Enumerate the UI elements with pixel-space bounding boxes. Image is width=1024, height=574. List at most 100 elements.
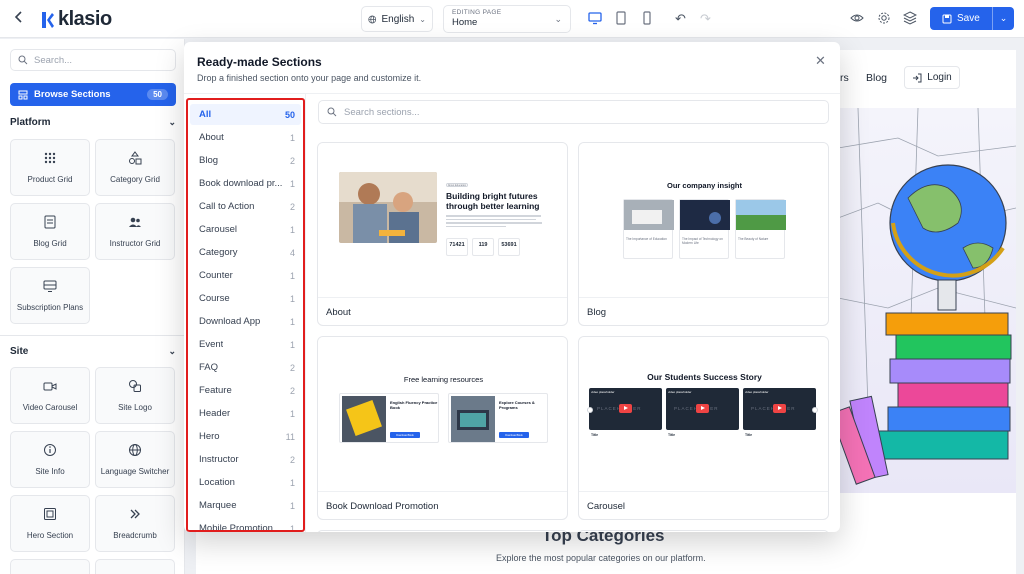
youtube-play-icon bbox=[619, 404, 632, 413]
editing-page-select[interactable]: EDITING PAGE Home ⌄ bbox=[443, 5, 571, 33]
layers-icon[interactable] bbox=[903, 11, 917, 25]
back-arrow-icon[interactable] bbox=[14, 10, 28, 28]
category-label: Header bbox=[199, 408, 231, 419]
section-card-book-download-promotion[interactable]: Free learning resources English Fluency … bbox=[317, 336, 568, 520]
site-section-header[interactable]: Site ⌄ bbox=[10, 346, 176, 357]
tile-label: Hero Section bbox=[26, 531, 74, 540]
category-item-feature[interactable]: Feature 2 bbox=[190, 380, 301, 401]
platform-section-header[interactable]: Platform ⌄ bbox=[10, 117, 176, 128]
save-button[interactable]: Save bbox=[930, 13, 992, 24]
section-card-partial[interactable] bbox=[317, 530, 568, 532]
book-cover-image bbox=[342, 396, 386, 442]
category-item-marquee[interactable]: Marquee 1 bbox=[190, 495, 301, 516]
about-preview: About Education Building bright futures … bbox=[318, 143, 567, 298]
chevron-down-icon: ⌄ bbox=[419, 14, 426, 24]
category-item-instructor[interactable]: Instructor 2 bbox=[190, 449, 301, 470]
category-count: 1 bbox=[289, 132, 295, 143]
category-item-event[interactable]: Event 1 bbox=[190, 334, 301, 355]
tile-partial[interactable] bbox=[10, 559, 90, 574]
category-item-faq[interactable]: FAQ 2 bbox=[190, 357, 301, 378]
tile-site-logo[interactable]: Site Logo bbox=[95, 367, 175, 424]
modal-header-divider bbox=[184, 93, 840, 94]
category-item-category[interactable]: Category 4 bbox=[190, 242, 301, 263]
category-item-mobile-promotion[interactable]: Mobile Promotion 1 bbox=[190, 518, 301, 532]
category-label: Call to Action bbox=[199, 201, 255, 212]
section-card-blog[interactable]: Our company insight The Importance of Ed… bbox=[578, 142, 829, 326]
login-button[interactable]: Login bbox=[904, 66, 960, 89]
logo-text: klasio bbox=[58, 8, 112, 30]
book-item: Explore Courses & Programs Download Book bbox=[448, 393, 548, 443]
tile-breadcrumb[interactable]: Breadcrumb bbox=[95, 495, 175, 552]
preview-eye-icon[interactable] bbox=[850, 11, 864, 25]
video-thumbnail: video placeholderPLACEHOLDER bbox=[666, 388, 739, 430]
settings-gear-icon[interactable] bbox=[877, 11, 891, 25]
section-card-carousel[interactable]: Our Students Success Story video placeho… bbox=[578, 336, 829, 520]
tile-category-grid[interactable]: Category Grid bbox=[95, 139, 175, 196]
section-card-partial[interactable] bbox=[578, 530, 829, 532]
category-count: 1 bbox=[289, 523, 295, 532]
nav-item-blog[interactable]: Blog bbox=[866, 72, 887, 84]
video-camera-icon bbox=[43, 382, 57, 391]
tile-label: Instructor Grid bbox=[109, 239, 161, 248]
category-item-book-download[interactable]: Book download pr... 1 bbox=[190, 173, 301, 194]
about-paragraph bbox=[446, 215, 546, 231]
tablet-view-icon[interactable] bbox=[614, 11, 628, 25]
about-tag: About Education bbox=[446, 183, 468, 187]
tile-label: Subscription Plans bbox=[16, 303, 84, 312]
login-icon bbox=[913, 73, 922, 82]
category-item-location[interactable]: Location 1 bbox=[190, 472, 301, 493]
category-count: 11 bbox=[285, 431, 295, 442]
redo-icon[interactable]: ↷ bbox=[700, 11, 711, 27]
tile-partial[interactable] bbox=[95, 559, 175, 574]
category-label: Marquee bbox=[199, 500, 237, 511]
category-label: Instructor bbox=[199, 454, 239, 465]
tile-video-carousel[interactable]: Video Carousel bbox=[10, 367, 90, 424]
document-icon bbox=[44, 215, 56, 229]
mobile-view-icon[interactable] bbox=[640, 11, 654, 25]
video-label: video placeholder bbox=[591, 390, 615, 394]
category-label: Category bbox=[199, 247, 238, 258]
category-count: 1 bbox=[289, 339, 295, 350]
book-item-cta: Download Book bbox=[499, 432, 529, 438]
book-item: English Fluency Practice Book Download B… bbox=[339, 393, 439, 443]
undo-icon[interactable]: ↶ bbox=[675, 11, 686, 27]
category-item-course[interactable]: Course 1 bbox=[190, 288, 301, 309]
top-bar: klasio English ⌄ EDITING PAGE Home ⌄ ↶ ↷… bbox=[0, 0, 1024, 38]
video-caption: Title bbox=[668, 433, 676, 437]
youtube-play-icon bbox=[773, 404, 786, 413]
tile-subscription-plans[interactable]: Subscription Plans bbox=[10, 267, 90, 324]
tile-product-grid[interactable]: Product Grid bbox=[10, 139, 90, 196]
hero-frame-icon bbox=[44, 508, 56, 520]
category-item-download-app[interactable]: Download App 1 bbox=[190, 311, 301, 332]
book-download-preview: Free learning resources English Fluency … bbox=[318, 337, 567, 492]
close-icon[interactable]: ✕ bbox=[815, 53, 826, 69]
tile-site-info[interactable]: Site Info bbox=[10, 431, 90, 488]
category-item-hero[interactable]: Hero 11 bbox=[190, 426, 301, 447]
category-item-call-to-action[interactable]: Call to Action 2 bbox=[190, 196, 301, 217]
tile-label: Breadcrumb bbox=[113, 531, 157, 540]
category-item-counter[interactable]: Counter 1 bbox=[190, 265, 301, 286]
category-item-all[interactable]: All 50 bbox=[190, 104, 301, 125]
desktop-view-icon[interactable] bbox=[588, 11, 602, 25]
blog-post-card: The Impact of Technology on Modern Life bbox=[679, 199, 730, 259]
tile-blog-grid[interactable]: Blog Grid bbox=[10, 203, 90, 260]
platform-heading: Platform bbox=[10, 117, 51, 128]
family-photo-image bbox=[339, 172, 437, 243]
tile-language-switcher[interactable]: Language Switcher bbox=[95, 431, 175, 488]
section-card-about[interactable]: About Education Building bright futures … bbox=[317, 142, 568, 326]
save-options-chevron-icon[interactable]: ⌄ bbox=[992, 7, 1014, 30]
nav-item-partial[interactable]: rs bbox=[840, 72, 849, 84]
blog-post-card: The Beauty of Nature bbox=[735, 199, 786, 259]
category-item-carousel[interactable]: Carousel 1 bbox=[190, 219, 301, 240]
video-caption: Title bbox=[745, 433, 753, 437]
browse-sections-button[interactable]: Browse Sections 50 bbox=[10, 83, 176, 106]
category-item-blog[interactable]: Blog 2 bbox=[190, 150, 301, 171]
sections-search-input[interactable]: Search sections... bbox=[318, 100, 829, 124]
tile-instructor-grid[interactable]: Instructor Grid bbox=[95, 203, 175, 260]
category-count: 1 bbox=[289, 224, 295, 235]
category-item-about[interactable]: About 1 bbox=[190, 127, 301, 148]
sidebar-search-input[interactable]: Search... bbox=[10, 49, 176, 71]
tile-hero-section[interactable]: Hero Section bbox=[10, 495, 90, 552]
language-selector[interactable]: English ⌄ bbox=[361, 6, 433, 32]
category-item-header[interactable]: Header 1 bbox=[190, 403, 301, 424]
